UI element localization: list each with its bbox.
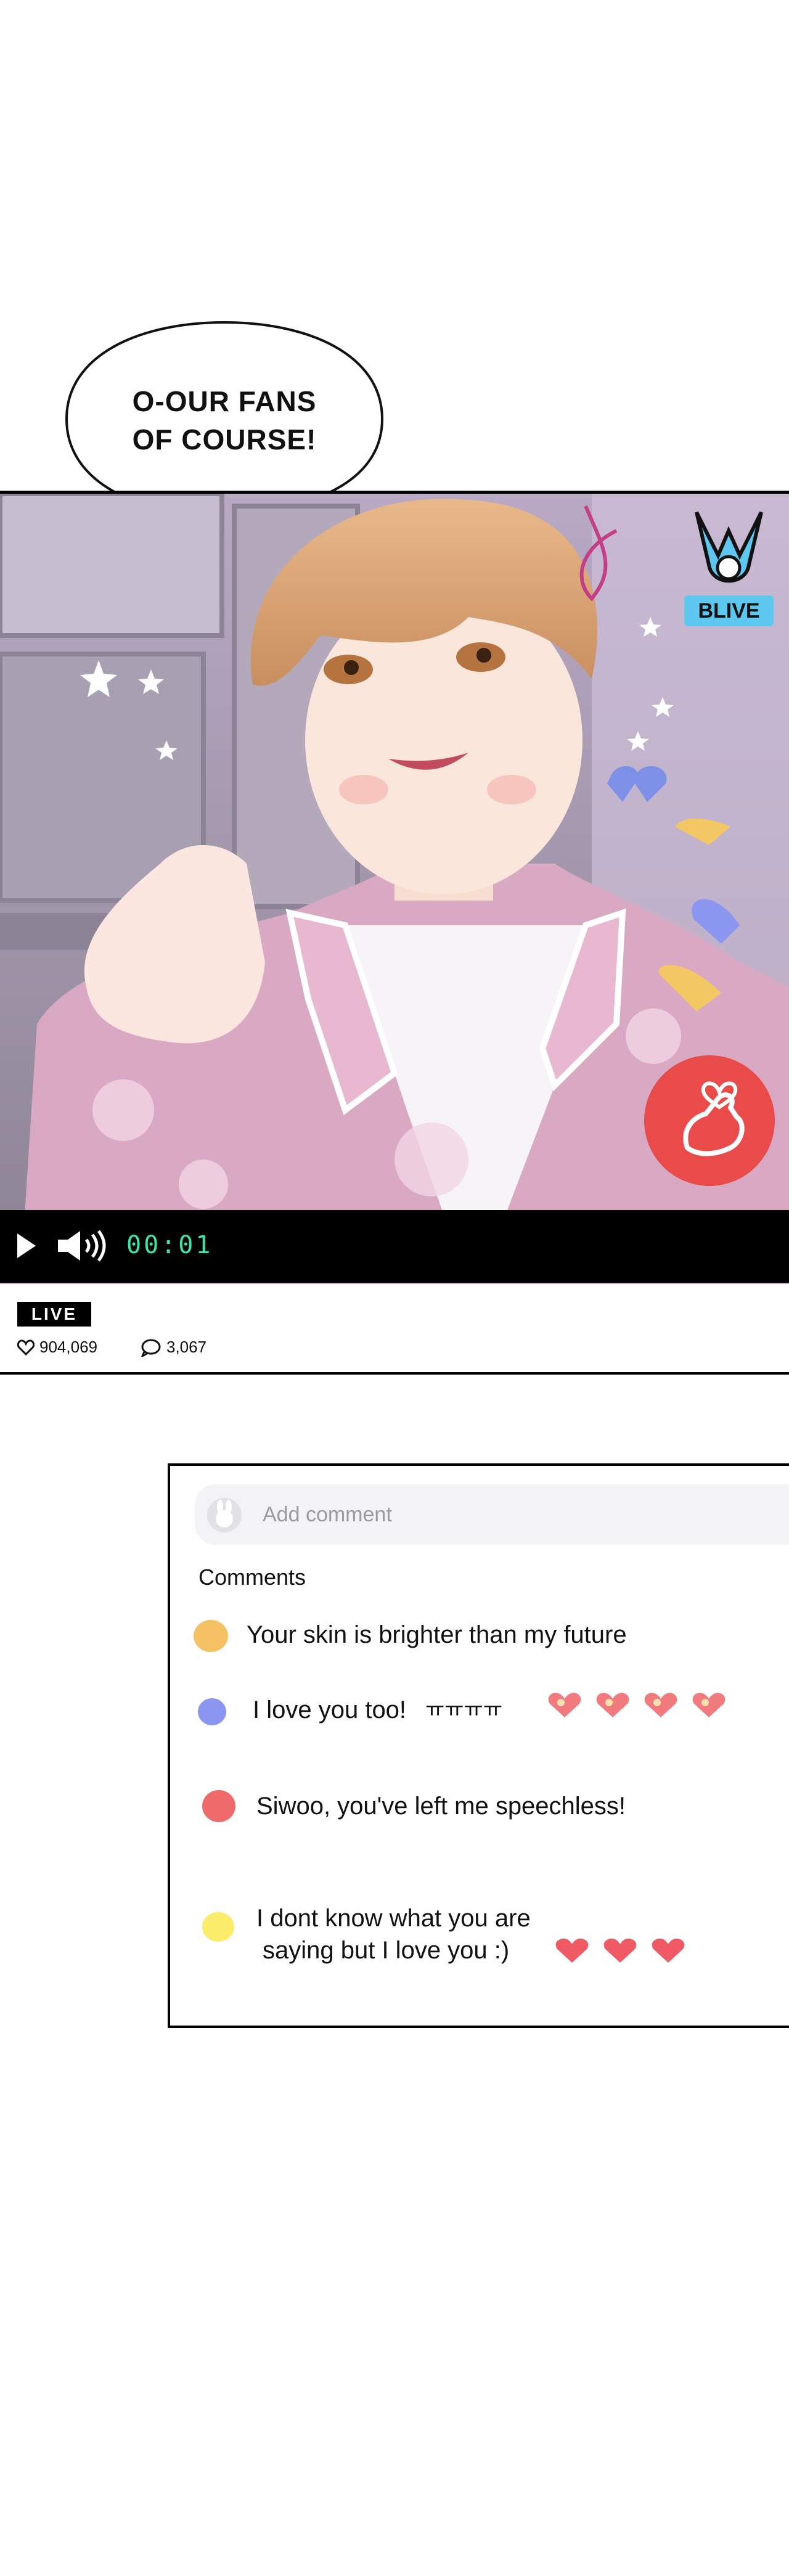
likes-count: 904,069 (39, 1338, 97, 1356)
avatar (207, 1498, 242, 1532)
likes-stat: 904,069 (17, 1338, 97, 1357)
play-icon[interactable] (16, 1232, 37, 1259)
speech-line-2: OF COURSE! (132, 423, 317, 456)
comments-stat: 3,067 (141, 1338, 206, 1357)
heart-emoji-icon (692, 1693, 726, 1717)
yellow-dot-icon (202, 1912, 234, 1942)
finger-heart-button[interactable] (644, 1055, 775, 1186)
comment-text-line-1: I dont know what you are (256, 1905, 531, 1932)
heart-emoji-icon (596, 1693, 629, 1717)
comment-text: Siwoo, you've left me speechless! (256, 1793, 626, 1820)
comments-heading: Comments (198, 1564, 306, 1590)
live-badge: LIVE (17, 1302, 91, 1327)
video-control-bar: 00:01 (0, 1210, 789, 1283)
section-divider (0, 1372, 789, 1375)
comment-text-line-2: saying but I love you :) (263, 1937, 510, 1964)
heart-emoji-icon (652, 1938, 685, 1963)
heart-emoji-icon (555, 1938, 589, 1963)
yellow-dot-icon (194, 1620, 228, 1652)
heart-outline-icon[interactable] (17, 1339, 35, 1355)
speech-line-1: O-OUR FANS (132, 385, 317, 417)
heart-emoji-icon (548, 1693, 581, 1717)
red-dot-icon (202, 1790, 235, 1822)
comment-suffix: ㅠㅠㅠㅠ (425, 1698, 503, 1722)
blive-logo: BLIVE (684, 506, 774, 629)
comment-count: 3,067 (166, 1338, 207, 1356)
heart-emoji-group (554, 1937, 687, 1965)
heart-emoji-icon (603, 1938, 637, 1963)
heart-emoji-icon (644, 1693, 677, 1717)
add-comment-placeholder: Add comment (263, 1503, 392, 1526)
comment-panel: Add comment Comments Your skin is bright… (168, 1463, 789, 2028)
comment-text: I love you too! (253, 1696, 407, 1723)
blue-dot-icon (198, 1698, 226, 1725)
volume-icon[interactable] (55, 1229, 111, 1263)
speech-bubble-text: O-OUR FANS OF COURSE! (62, 382, 387, 459)
comment-text: Your skin is brighter than my future (247, 1621, 627, 1648)
video-time: 00:01 (126, 1231, 213, 1259)
blive-v-logo-icon (695, 511, 763, 583)
add-comment-input[interactable]: Add comment (195, 1484, 789, 1545)
bunny-avatar-icon (216, 1500, 233, 1527)
finger-heart-icon (683, 1081, 745, 1156)
blive-label: BLIVE (684, 595, 774, 626)
comment-icon[interactable] (141, 1338, 161, 1357)
heart-emoji-group (546, 1690, 727, 1720)
